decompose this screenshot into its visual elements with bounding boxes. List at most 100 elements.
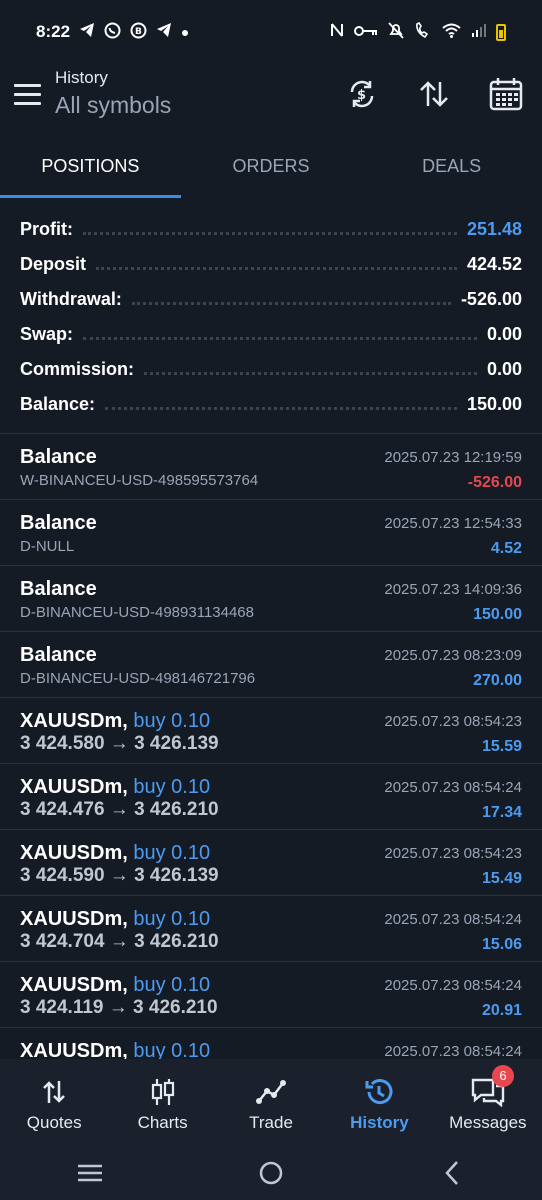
summary-row-profit: Profit: 251.48 [20,212,522,247]
dotted-leader [105,407,457,410]
summary-row-deposit: Deposit 424.52 [20,247,522,282]
deal-comment: D-BINANCEU-USD-498146721796 [20,670,256,687]
deal-symbol: Balance [20,512,97,534]
deal-title: Balance [20,446,97,469]
page-title: History [55,68,108,87]
nav-charts[interactable]: Charts [108,1059,216,1146]
deal-row[interactable]: XAUUSDm, buy 0.10 3 424.119 → 3 426.210 … [0,962,542,1028]
deal-row[interactable]: Balance D-BINANCEU-USD-498146721796 2025… [0,632,542,698]
deal-side-volume: buy 0.10 [133,842,211,864]
balance-label: Balance: [20,394,96,414]
deal-time: 2025.07.23 08:54:24 [384,977,522,994]
deal-symbol: XAUUSDm, [20,776,128,798]
deal-comment: D-NULL [20,538,75,555]
system-nav-bar [0,1146,542,1200]
deal-side-volume: buy 0.10 [133,974,211,996]
deal-row[interactable]: Balance D-BINANCEU-USD-498931134468 2025… [0,566,542,632]
deal-title: XAUUSDm, buy 0.10 [20,776,210,799]
deal-row[interactable]: XAUUSDm, buy 0.10 3 424.580 → 3 426.139 … [0,698,542,764]
telegram-icon-2 [156,22,172,42]
menu-icon[interactable] [14,84,41,106]
commission-value: 0.00 [486,359,522,379]
deal-symbol: XAUUSDm, [20,974,128,996]
nav-messages[interactable]: 6 Messages [434,1059,542,1146]
mute-icon [388,21,404,43]
recent-apps-icon[interactable] [70,1153,110,1193]
deal-amount: 15.06 [481,936,522,953]
profit-label: Profit: [20,219,73,239]
deal-row[interactable]: XAUUSDm, buy 0.10 3 424.590 → 3 426.139 … [0,830,542,896]
deal-prices: 3 424.704 → 3 426.210 [20,931,219,952]
sort-icon[interactable] [414,74,454,114]
dotted-leader [144,372,477,375]
deal-prices: 3 424.119 → 3 426.210 [20,997,218,1018]
nav-charts-label: Charts [137,1113,188,1132]
deal-amount: 150.00 [473,606,522,623]
deal-symbol: XAUUSDm, [20,710,128,732]
deal-prices: 3 424.590 → 3 426.139 [20,865,219,886]
key-icon [354,24,378,41]
tab-deals[interactable]: DEALS [361,138,542,198]
notification-dot-icon [181,24,189,41]
deal-row[interactable]: Balance W-BINANCEU-USD-498595573764 2025… [0,434,542,500]
tab-positions[interactable]: POSITIONS [0,138,181,198]
deal-amount: -526.00 [467,474,522,491]
deal-amount: 15.49 [481,870,522,887]
deal-side-volume: buy 0.10 [133,710,211,732]
deposit-label: Deposit [20,254,87,274]
deal-side-volume: buy 0.10 [133,1040,211,1059]
deal-comment: D-BINANCEU-USD-498931134468 [20,604,254,621]
deposit-value: 424.52 [466,254,522,274]
profit-value: 251.48 [466,219,522,239]
summary-row-balance: Balance: 150.00 [20,387,522,422]
whatsapp-icon [104,22,121,43]
summary-row-withdrawal: Withdrawal: -526.00 [20,282,522,317]
deal-row[interactable]: Balance D-NULL 2025.07.23 12:54:33 4.52 [0,500,542,566]
deal-amount: 270.00 [473,672,522,689]
nav-quotes-label: Quotes [26,1113,82,1132]
deal-symbol: XAUUSDm, [20,908,128,930]
summary-panel: Profit: 251.48 Deposit 424.52 Withdrawal… [20,212,522,422]
deal-time: 2025.07.23 08:54:24 [384,911,522,928]
deal-title: XAUUSDm, buy 0.10 [20,908,210,931]
deal-list[interactable]: Balance W-BINANCEU-USD-498595573764 2025… [0,433,542,1059]
back-icon[interactable] [432,1153,472,1193]
messages-icon [434,1073,542,1111]
swap-label: Swap: [20,324,74,344]
symbol-filter[interactable]: All symbols [55,92,171,119]
deal-title: Balance [20,578,97,601]
deal-row[interactable]: XAUUSDm, buy 0.10 2025.07.23 08:54:24 [0,1028,542,1059]
commission-label: Commission: [20,359,135,379]
nav-trade[interactable]: Trade [217,1059,325,1146]
nav-quotes[interactable]: Quotes [0,1059,108,1146]
deal-symbol: XAUUSDm, [20,1040,128,1059]
nav-trade-label: Trade [249,1113,293,1132]
battery-icon [496,23,506,41]
deal-time: 2025.07.23 08:54:23 [384,845,522,862]
status-time: 8:22 [36,22,71,41]
deal-row[interactable]: XAUUSDm, buy 0.10 3 424.476 → 3 426.210 … [0,764,542,830]
status-bar: 8:22 B [0,0,542,64]
deal-amount: 15.59 [481,738,522,755]
dotted-leader [131,302,451,305]
quotes-icon [0,1073,108,1111]
tab-bar: POSITIONS ORDERS DEALS [0,138,542,198]
deal-title: Balance [20,644,97,667]
deal-row[interactable]: XAUUSDm, buy 0.10 3 424.704 → 3 426.210 … [0,896,542,962]
nav-history[interactable]: History [325,1059,433,1146]
deal-symbol: Balance [20,446,97,468]
summary-row-swap: Swap: 0.00 [20,317,522,352]
withdrawal-value: -526.00 [460,289,522,309]
tab-orders[interactable]: ORDERS [181,138,362,198]
candlestick-chart-icon [108,1073,216,1111]
bottom-nav: Quotes Charts Trade History 6 Messages [0,1059,542,1146]
deal-side-volume: buy 0.10 [133,776,211,798]
home-icon[interactable] [251,1153,291,1193]
deal-time: 2025.07.23 08:54:24 [384,779,522,796]
deal-time: 2025.07.23 12:19:59 [384,449,522,466]
deal-time: 2025.07.23 08:23:09 [384,647,522,664]
deal-amount: 4.52 [490,540,522,557]
calendar-icon[interactable] [486,74,526,114]
deal-symbol: Balance [20,644,97,666]
currency-exchange-icon[interactable]: $ [342,74,382,114]
